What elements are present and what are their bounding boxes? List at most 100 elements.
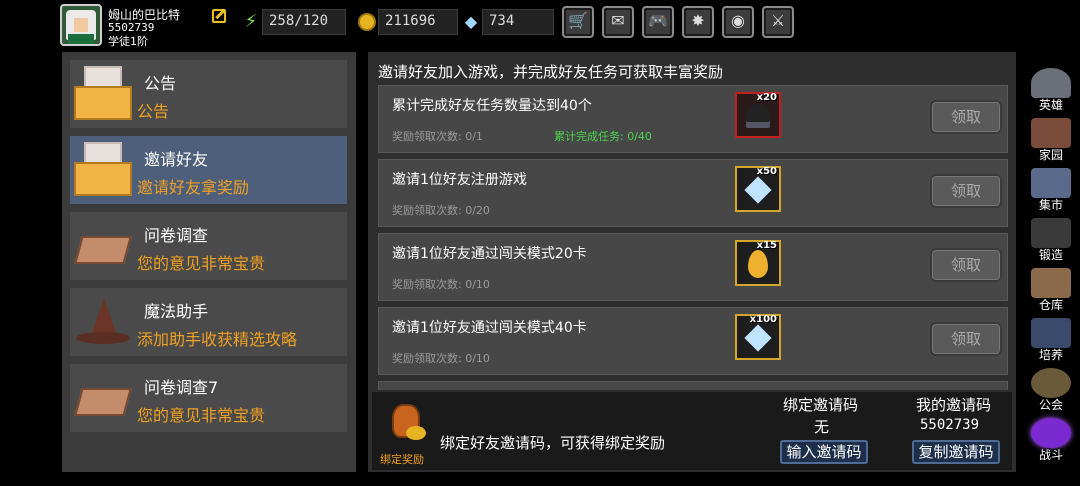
gold-counter: 211696 [378, 9, 458, 35]
reward-quantity: x50 [756, 166, 777, 177]
menu-item-title: 魔法助手 [144, 302, 209, 321]
gold-coin-icon [358, 13, 376, 31]
helmet-icon [1031, 68, 1071, 98]
task-row: 邀请1位好友通过闯关模式40卡 奖励领取次数: 0/10 x100 领取 [378, 307, 1008, 375]
task-claim-count: 奖励领取次数: 0/10 [392, 278, 490, 291]
reward-quantity: x100 [749, 314, 777, 325]
market-icon [1031, 168, 1071, 198]
avatar-face [74, 18, 88, 32]
portal-icon [1031, 418, 1071, 448]
sidebar-label: 公会 [1038, 398, 1063, 412]
task-row: 邀请1位好友注册游戏 奖励领取次数: 0/20 x50 领取 [378, 159, 1008, 227]
sidebar-item-market[interactable]: 集市 [1027, 168, 1075, 216]
edit-name-icon[interactable] [212, 9, 226, 23]
gamepad-icon[interactable]: 🎮 [642, 6, 674, 38]
menu-item-subtitle: 邀请好友拿奖励 [137, 178, 250, 197]
claim-button[interactable]: 领取 [930, 248, 1002, 282]
bound-code-label: 绑定邀请码 [783, 396, 859, 414]
sidebar-label: 集市 [1038, 198, 1063, 212]
bind-reward-label: 绑定奖励 [380, 453, 424, 466]
task-list[interactable]: 累计完成好友任务数量达到40个 奖励领取次数: 0/1 累计完成任务: 0/40… [378, 85, 1008, 390]
mail-icon[interactable]: ✉ [602, 6, 634, 38]
castle-icon [1031, 118, 1071, 148]
sidebar-label: 锻造 [1038, 248, 1063, 262]
menu-item-subtitle: 您的意见非常宝贵 [137, 254, 266, 273]
settings-gear-icon[interactable]: ✸ [682, 6, 714, 38]
sidebar-item-home[interactable]: 家园 [1027, 118, 1075, 166]
dark-character-icon [746, 104, 770, 128]
task-row: 累计完成好友任务数量达到40个 奖励领取次数: 0/1 累计完成任务: 0/40… [378, 85, 1008, 153]
task-title: 邀请1位好友通过闯关模式40卡 [392, 320, 587, 336]
menu-item-subtitle: 您的意见非常宝贵 [137, 406, 266, 425]
reward-quantity: x15 [756, 240, 777, 251]
task-row [378, 381, 1008, 390]
diamond-icon [744, 176, 772, 204]
avatar-body [68, 34, 94, 44]
task-title: 累计完成好友任务数量达到40个 [392, 98, 592, 114]
sidebar-label: 仓库 [1038, 298, 1063, 312]
shop-cart-icon[interactable]: 🛒 [562, 6, 594, 38]
sidebar-label: 战斗 [1038, 448, 1063, 462]
my-code-value: 5502739 [920, 417, 980, 433]
menu-item-subtitle: 公告 [137, 102, 170, 121]
storage-icon [1031, 268, 1071, 298]
menu-item-announcement[interactable]: 公告 公告 [70, 60, 347, 128]
menu-item-title: 公告 [144, 74, 177, 93]
player-rank: 学徒1阶 [108, 35, 148, 48]
input-code-button[interactable]: 输入邀请码 [780, 440, 868, 464]
claim-button[interactable]: 领取 [930, 100, 1002, 134]
task-claim-count: 奖励领取次数: 0/1 [392, 130, 483, 143]
sidebar-label: 家园 [1038, 148, 1063, 162]
gold-egg-icon [748, 250, 768, 278]
task-title: 邀请1位好友注册游戏 [392, 172, 527, 188]
energy-icon: ⚡ [244, 11, 258, 32]
menu-item-magic-assistant[interactable]: 魔法助手 添加助手收获精选攻略 [70, 288, 347, 356]
sidebar-label: 英雄 [1038, 98, 1063, 112]
menu-item-survey[interactable]: 问卷调查 您的意见非常宝贵 [70, 212, 347, 280]
wizard-hat-icon [74, 294, 132, 350]
gem-icon: ◆ [464, 12, 478, 31]
my-code-label: 我的邀请码 [916, 396, 992, 414]
reward-item[interactable]: x20 [735, 92, 781, 138]
envelope-icon [74, 66, 132, 122]
menu-item-title: 邀请好友 [144, 150, 209, 169]
energy-counter: 258/120 [262, 9, 346, 35]
player-avatar[interactable] [60, 4, 102, 46]
claim-button[interactable]: 领取 [930, 174, 1002, 208]
reward-quantity: x20 [756, 92, 777, 103]
menu-item-subtitle: 添加助手收获精选攻略 [137, 330, 298, 349]
task-row: 邀请1位好友通过闯关模式20卡 奖励领取次数: 0/10 x15 领取 [378, 233, 1008, 301]
envelope-icon [74, 142, 132, 198]
reward-item[interactable]: x15 [735, 240, 781, 286]
bound-code-value: 无 [814, 418, 830, 436]
invite-panel-header: 邀请好友加入游戏，并完成好友任务可获取丰富奖励 [378, 63, 724, 81]
task-claim-count: 奖励领取次数: 0/10 [392, 352, 490, 365]
sidebar-label: 培养 [1038, 348, 1063, 362]
sidebar-item-guild[interactable]: 公会 [1027, 368, 1075, 416]
anvil-icon [1031, 218, 1071, 248]
copy-code-button[interactable]: 复制邀请码 [912, 440, 1000, 464]
menu-item-survey-7[interactable]: 问卷调查7 您的意见非常宝贵 [70, 364, 347, 432]
hand-icon [74, 370, 132, 426]
bind-description: 绑定好友邀请码，可获得绑定奖励 [440, 434, 666, 452]
sidebar-item-training[interactable]: 培养 [1027, 318, 1075, 366]
reward-item[interactable]: x100 [735, 314, 781, 360]
activity-menu-panel: 公告 公告 邀请好友 邀请好友拿奖励 问卷调查 您的意见非常宝贵 魔法助手 添加… [62, 52, 356, 472]
battle-sword-icon[interactable]: ⚔ [762, 6, 794, 38]
hand-icon [74, 218, 132, 274]
claim-button[interactable]: 领取 [930, 322, 1002, 356]
menu-item-title: 问卷调查 [144, 226, 209, 245]
task-progress: 累计完成任务: 0/40 [554, 130, 652, 143]
sidebar-item-storage[interactable]: 仓库 [1027, 268, 1075, 316]
color-wheel-icon[interactable]: ◉ [722, 6, 754, 38]
gem-counter: 734 [482, 9, 554, 35]
sidebar-item-battle[interactable]: 战斗 [1027, 418, 1075, 466]
sidebar-item-hero[interactable]: 英雄 [1027, 68, 1075, 116]
diamond-icon [744, 324, 772, 352]
menu-item-title: 问卷调查7 [144, 378, 219, 397]
task-title: 邀请1位好友通过闯关模式20卡 [392, 246, 587, 262]
menu-item-invite-friends[interactable]: 邀请好友 邀请好友拿奖励 [70, 136, 347, 204]
reward-bag-icon [384, 398, 428, 442]
sidebar-item-forge[interactable]: 锻造 [1027, 218, 1075, 266]
reward-item[interactable]: x50 [735, 166, 781, 212]
